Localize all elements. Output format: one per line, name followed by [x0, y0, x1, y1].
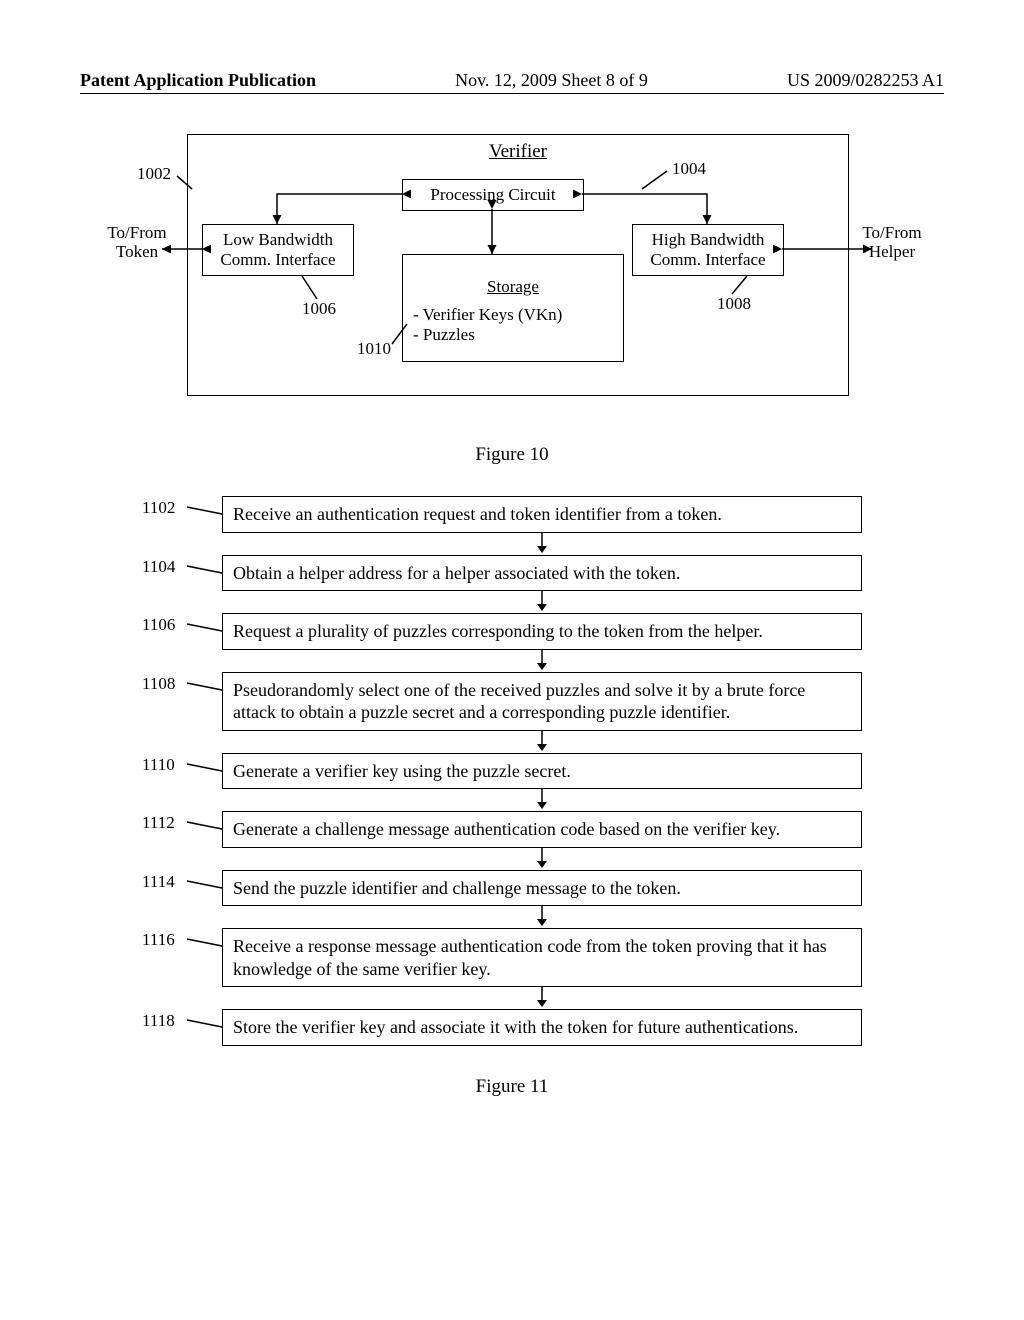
flow-arrow-icon: [222, 906, 862, 928]
flow-step: 1104Obtain a helper address for a helper…: [162, 555, 862, 592]
flow-box: Store the verifier key and associate it …: [222, 1009, 862, 1046]
leader-line: [182, 619, 242, 639]
flow-arrow-icon: [222, 533, 862, 555]
flow-arrow-icon: [222, 731, 862, 753]
figure-10-caption: Figure 10: [80, 444, 944, 466]
processing-circuit-box: Processing Circuit: [402, 179, 584, 211]
flow-arrow-icon: [222, 987, 862, 1009]
side-left-l1: To/From: [97, 224, 177, 243]
storage-item-1: - Verifier Keys (VKn): [413, 305, 613, 325]
flow-ref: 1116: [142, 930, 175, 950]
figure-11-caption: Figure 11: [80, 1076, 944, 1098]
flow-box: Receive an authentication request and to…: [222, 496, 862, 533]
figure-11: 1102Receive an authentication request an…: [162, 496, 862, 1046]
leader-line: [182, 876, 242, 896]
flow-ref: 1104: [142, 557, 175, 577]
high-bandwidth-box: High Bandwidth Comm. Interface: [632, 224, 784, 276]
flow-ref: 1102: [142, 498, 175, 518]
flow-step: 1102Receive an authentication request an…: [162, 496, 862, 533]
flow-box: Receive a response message authenticatio…: [222, 928, 862, 987]
side-right-label: To/From Helper: [852, 224, 932, 261]
flow-box: Generate a challenge message authenticat…: [222, 811, 862, 848]
side-right-l2: Helper: [852, 243, 932, 262]
leader-line: [182, 678, 242, 698]
side-left-l2: Token: [97, 243, 177, 262]
flow-ref: 1114: [142, 872, 175, 892]
leader-line: [182, 934, 242, 954]
page: Patent Application Publication Nov. 12, …: [0, 0, 1024, 1320]
flow-ref: 1108: [142, 674, 175, 694]
storage-box: Storage - Verifier Keys (VKn) - Puzzles: [402, 254, 624, 362]
storage-item-2: - Puzzles: [413, 325, 613, 345]
flow-step: 1118Store the verifier key and associate…: [162, 1009, 862, 1046]
low-bw-l2: Comm. Interface: [203, 250, 353, 270]
flow-step: 1110Generate a verifier key using the pu…: [162, 753, 862, 790]
verifier-title: Verifier: [188, 135, 848, 163]
flow-step: 1112Generate a challenge message authent…: [162, 811, 862, 848]
high-bw-l2: Comm. Interface: [633, 250, 783, 270]
flow-box: Generate a verifier key using the puzzle…: [222, 753, 862, 790]
flow-arrow-icon: [222, 591, 862, 613]
processing-circuit-label: Processing Circuit: [403, 185, 583, 205]
flow-ref: 1112: [142, 813, 175, 833]
low-bandwidth-box: Low Bandwidth Comm. Interface: [202, 224, 354, 276]
low-bw-l1: Low Bandwidth: [203, 230, 353, 250]
header-left: Patent Application Publication: [80, 70, 316, 91]
side-left-label: To/From Token: [97, 224, 177, 261]
flow-step: 1116Receive a response message authentic…: [162, 928, 862, 987]
flow-ref: 1118: [142, 1011, 175, 1031]
page-header: Patent Application Publication Nov. 12, …: [80, 70, 944, 94]
flow-step: 1114Send the puzzle identifier and chall…: [162, 870, 862, 907]
header-right: US 2009/0282253 A1: [787, 70, 944, 91]
flow-ref: 1106: [142, 615, 175, 635]
leader-line: [182, 817, 242, 837]
figure-10: Verifier Processing Circuit Low Bandwidt…: [102, 134, 922, 414]
ref-1008: 1008: [717, 294, 751, 314]
side-right-l1: To/From: [852, 224, 932, 243]
flow-ref: 1110: [142, 755, 175, 775]
flow-arrow-icon: [222, 789, 862, 811]
flow-box: Pseudorandomly select one of the receive…: [222, 672, 862, 731]
leader-line: [182, 1015, 242, 1035]
flow-box: Request a plurality of puzzles correspon…: [222, 613, 862, 650]
header-center: Nov. 12, 2009 Sheet 8 of 9: [455, 70, 648, 91]
ref-1004: 1004: [672, 159, 706, 179]
flow-arrow-icon: [222, 650, 862, 672]
flow-arrow-icon: [222, 848, 862, 870]
flow-step: 1106Request a plurality of puzzles corre…: [162, 613, 862, 650]
flow-box: Send the puzzle identifier and challenge…: [222, 870, 862, 907]
high-bw-l1: High Bandwidth: [633, 230, 783, 250]
ref-1006: 1006: [302, 299, 336, 319]
storage-title: Storage: [413, 277, 613, 297]
leader-line: [182, 561, 242, 581]
flow-box: Obtain a helper address for a helper ass…: [222, 555, 862, 592]
flow-step: 1108Pseudorandomly select one of the rec…: [162, 672, 862, 731]
leader-line: [182, 759, 242, 779]
leader-line: [182, 502, 242, 522]
ref-1002: 1002: [137, 164, 171, 184]
ref-1010: 1010: [357, 339, 391, 359]
